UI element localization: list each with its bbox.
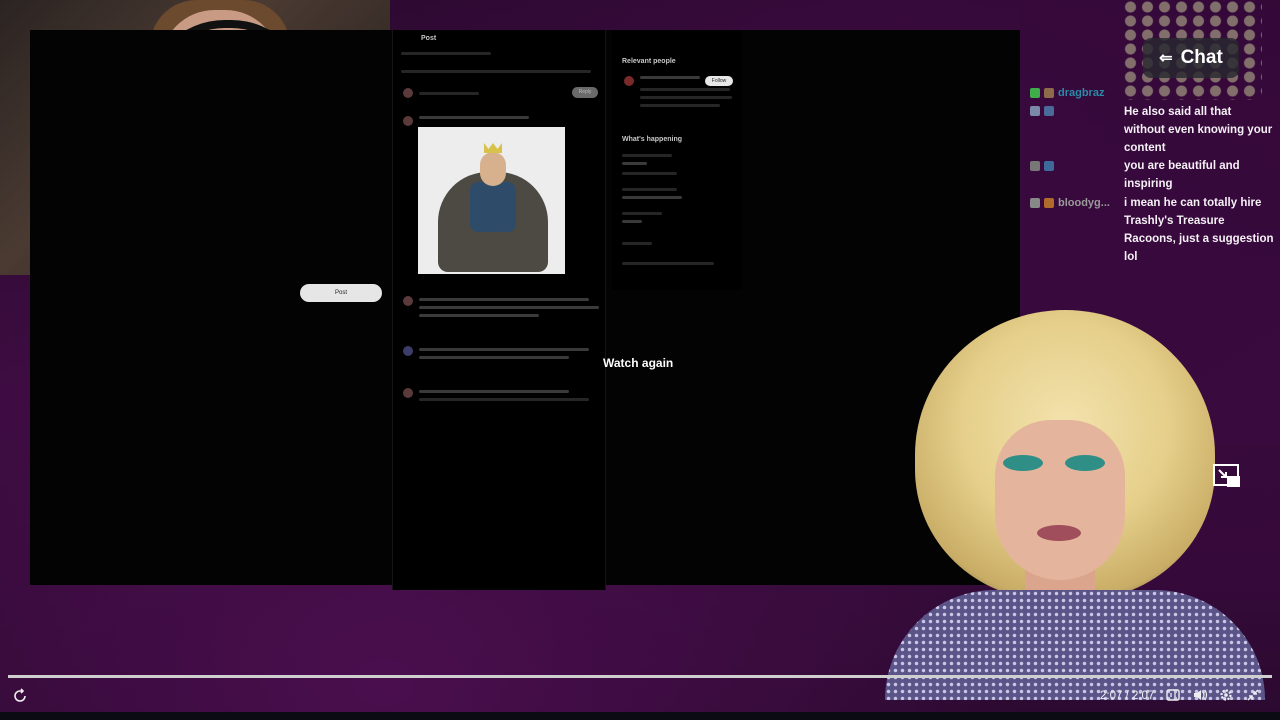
reply-button[interactable]: Reply bbox=[572, 87, 598, 98]
volume-icon[interactable] bbox=[1192, 688, 1208, 705]
captions-icon[interactable] bbox=[1166, 688, 1180, 705]
x-post-header: Post bbox=[421, 35, 437, 42]
progress-bar[interactable] bbox=[8, 675, 1272, 678]
chat-message: i mean he can totally hire Trashly's Tre… bbox=[1124, 197, 1274, 263]
performer-overlay bbox=[885, 310, 1275, 700]
chat-user-row: bloodyg... bbox=[1030, 197, 1110, 209]
badge-icon bbox=[1044, 198, 1054, 208]
whats-happening-heading: What's happening bbox=[622, 136, 682, 143]
chat-collapse-icon: ⇐ bbox=[1159, 50, 1173, 67]
time-display: 2:07 / 2:07 bbox=[1100, 690, 1155, 702]
watch-again-label[interactable]: Watch again bbox=[603, 356, 673, 370]
taskbar-strip bbox=[0, 712, 1280, 720]
settings-icon[interactable] bbox=[1219, 688, 1233, 705]
picture-in-picture-icon[interactable] bbox=[1212, 463, 1242, 489]
relevant-people-heading: Relevant people bbox=[622, 58, 676, 65]
chat-user-row bbox=[1030, 161, 1058, 171]
verified-badge-icon bbox=[1044, 106, 1054, 116]
chat-user-row bbox=[1030, 106, 1054, 116]
chat-message: you are beautiful and inspiring bbox=[1124, 160, 1240, 190]
emote-badge-icon bbox=[1044, 88, 1054, 98]
chat-message: He also said all that without even knowi… bbox=[1124, 106, 1273, 154]
chat-user-row: dragbraz bbox=[1030, 87, 1104, 99]
x-sidebar: Relevant people What's happening bbox=[612, 30, 742, 290]
follow-button[interactable]: Follow bbox=[705, 76, 733, 86]
sub-badge-icon bbox=[1030, 88, 1040, 98]
exit-fullscreen-icon[interactable] bbox=[1246, 688, 1260, 705]
replay-icon[interactable] bbox=[12, 688, 28, 707]
chat-toggle-button[interactable]: ⇐ Chat bbox=[1143, 38, 1239, 78]
chat-username[interactable]: dragbraz bbox=[1058, 87, 1104, 99]
chat-button-label: Chat bbox=[1180, 47, 1223, 68]
post-image bbox=[418, 127, 565, 274]
post-button[interactable]: Post bbox=[300, 284, 382, 302]
chat-username[interactable]: bloodyg... bbox=[1058, 197, 1110, 209]
mod-badge-icon bbox=[1030, 106, 1040, 116]
badge-icon bbox=[1044, 161, 1054, 171]
badge-icon bbox=[1030, 198, 1040, 208]
x-post-panel: Post bbox=[392, 30, 606, 590]
badge-icon bbox=[1030, 161, 1040, 171]
